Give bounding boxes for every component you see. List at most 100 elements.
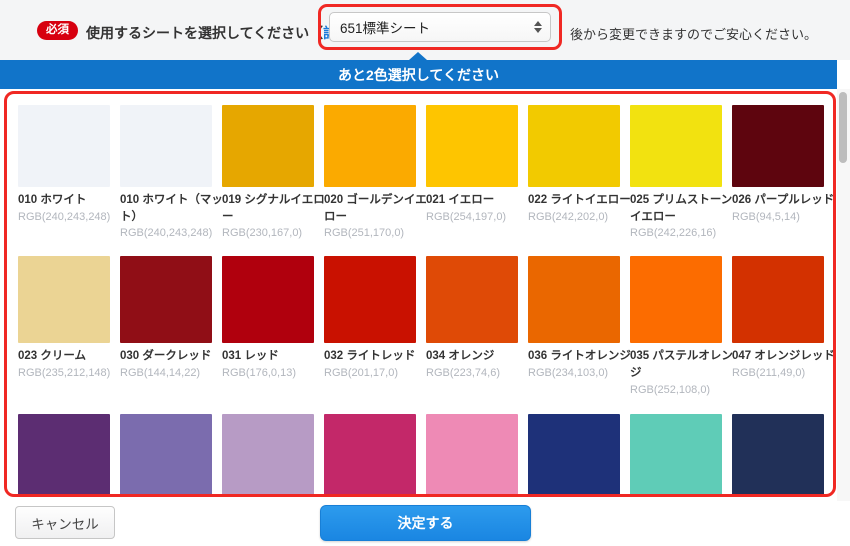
color-rgb-value: RGB(211,49,0)	[732, 367, 824, 379]
color-rgb-value: RGB(176,0,13)	[222, 367, 314, 379]
color-swatch-cell[interactable]	[732, 414, 824, 497]
color-rgb-value: RGB(240,243,248)	[120, 227, 212, 239]
color-swatch-cell[interactable]: 019 シグナルイエローRGB(230,167,0)	[222, 105, 314, 239]
color-name: 047 オレンジレッド	[732, 348, 836, 365]
palette-row: 023 クリームRGB(235,212,148)030 ダークレッドRGB(14…	[18, 256, 833, 395]
color-swatch-cell[interactable]: 023 クリームRGB(235,212,148)	[18, 256, 110, 395]
color-swatch[interactable]	[630, 256, 722, 343]
color-swatch-cell[interactable]: 010 ホワイトRGB(240,243,248)	[18, 105, 110, 239]
color-swatch-cell[interactable]	[324, 414, 416, 497]
color-rgb-value: RGB(223,74,6)	[426, 367, 518, 379]
color-name: 030 ダークレッド	[120, 348, 224, 365]
color-swatch-cell[interactable]	[18, 414, 110, 497]
color-swatch[interactable]	[222, 414, 314, 497]
color-swatch[interactable]	[120, 414, 212, 497]
color-swatch-cell[interactable]	[120, 414, 212, 497]
color-swatch[interactable]	[732, 414, 824, 497]
color-swatch[interactable]	[426, 414, 518, 497]
color-swatch[interactable]	[528, 256, 620, 343]
color-name: 032 ライトレッド	[324, 348, 428, 365]
color-swatch-cell[interactable]: 036 ライトオレンジRGB(234,103,0)	[528, 256, 620, 395]
color-swatch-cell[interactable]	[426, 414, 518, 497]
confirm-button[interactable]: 決定する	[320, 505, 531, 541]
color-name: 025 プリムストーンイエロー	[630, 192, 734, 225]
color-rgb-value: RGB(251,170,0)	[324, 227, 416, 239]
color-swatch[interactable]	[732, 256, 824, 343]
color-swatch-cell[interactable]: 020 ゴールデンイエローRGB(251,170,0)	[324, 105, 416, 239]
color-swatch-cell[interactable]: 026 パープルレッドRGB(94,5,14)	[732, 105, 824, 239]
color-name: 031 レッド	[222, 348, 326, 365]
color-rgb-value: RGB(252,108,0)	[630, 384, 722, 396]
color-swatch[interactable]	[222, 256, 314, 343]
color-swatch[interactable]	[324, 414, 416, 497]
sheet-type-select-value: 651標準シート	[340, 17, 430, 37]
color-rgb-value: RGB(235,212,148)	[18, 367, 110, 379]
color-swatch[interactable]	[222, 105, 314, 187]
color-swatch-cell[interactable]: 047 オレンジレッドRGB(211,49,0)	[732, 256, 824, 395]
color-name: 036 ライトオレンジ	[528, 348, 632, 365]
select-stepper-icon	[534, 21, 542, 33]
color-rgb-value: RGB(234,103,0)	[528, 367, 620, 379]
color-grid-panel: 010 ホワイトRGB(240,243,248)010 ホワイト（マット）RGB…	[4, 91, 836, 497]
palette-grid: 010 ホワイトRGB(240,243,248)010 ホワイト（マット）RGB…	[7, 105, 833, 497]
color-name: 026 パープルレッド	[732, 192, 836, 209]
color-name: 034 オレンジ	[426, 348, 530, 365]
selection-notice-text: あと2色選択してください	[338, 65, 499, 85]
color-swatch[interactable]	[426, 105, 518, 187]
color-rgb-value: RGB(94,5,14)	[732, 211, 824, 223]
scrollbar-track[interactable]	[837, 89, 850, 501]
color-name: 023 クリーム	[18, 348, 122, 365]
selection-notice-bar: あと2色選択してください	[0, 60, 837, 89]
cancel-button[interactable]: キャンセル	[15, 506, 115, 539]
required-badge: 必須	[37, 21, 78, 40]
color-swatch[interactable]	[120, 105, 212, 187]
palette-row	[18, 414, 833, 497]
color-select-dialog: 必須 使用するシートを選択してください（詳細） 651標準シート 後から変更でき…	[0, 0, 850, 546]
color-name: 020 ゴールデンイエロー	[324, 192, 428, 225]
notice-pointer-arrow	[409, 52, 427, 60]
sheet-type-select[interactable]: 651標準シート	[329, 12, 551, 42]
color-swatch[interactable]	[324, 105, 416, 187]
color-name: 035 パステルオレンジ	[630, 348, 734, 381]
color-swatch-cell[interactable]: 035 パステルオレンジRGB(252,108,0)	[630, 256, 722, 395]
palette-row: 010 ホワイトRGB(240,243,248)010 ホワイト（マット）RGB…	[18, 105, 833, 239]
color-rgb-value: RGB(240,243,248)	[18, 211, 110, 223]
color-swatch[interactable]	[18, 105, 110, 187]
color-name: 021 イエロー	[426, 192, 530, 209]
reassurance-text: 後から変更できますのでご安心ください。	[570, 24, 817, 43]
color-swatch[interactable]	[528, 105, 620, 187]
color-swatch[interactable]	[426, 256, 518, 343]
color-name: 010 ホワイト（マット）	[120, 192, 224, 225]
color-swatch-cell[interactable]: 032 ライトレッドRGB(201,17,0)	[324, 256, 416, 395]
color-swatch-cell[interactable]: 034 オレンジRGB(223,74,6)	[426, 256, 518, 395]
color-swatch-cell[interactable]: 025 プリムストーンイエローRGB(242,226,16)	[630, 105, 722, 239]
color-name: 010 ホワイト	[18, 192, 122, 209]
color-swatch[interactable]	[630, 414, 722, 497]
color-swatch[interactable]	[18, 414, 110, 497]
color-rgb-value: RGB(201,17,0)	[324, 367, 416, 379]
sheet-select-highlight-box: 651標準シート	[318, 4, 562, 50]
color-rgb-value: RGB(254,197,0)	[426, 211, 518, 223]
color-swatch[interactable]	[732, 105, 824, 187]
color-rgb-value: RGB(230,167,0)	[222, 227, 314, 239]
color-swatch[interactable]	[630, 105, 722, 187]
color-swatch-cell[interactable]	[528, 414, 620, 497]
color-rgb-value: RGB(242,226,16)	[630, 227, 722, 239]
color-rgb-value: RGB(144,14,22)	[120, 367, 212, 379]
color-swatch-cell[interactable]: 010 ホワイト（マット）RGB(240,243,248)	[120, 105, 212, 239]
scrollbar-thumb[interactable]	[839, 92, 847, 163]
color-swatch[interactable]	[324, 256, 416, 343]
color-swatch[interactable]	[528, 414, 620, 497]
color-swatch[interactable]	[18, 256, 110, 343]
title-text: 使用するシートを選択してください	[86, 25, 309, 41]
color-rgb-value: RGB(242,202,0)	[528, 211, 620, 223]
color-swatch-cell[interactable]: 030 ダークレッドRGB(144,14,22)	[120, 256, 212, 395]
color-swatch-cell[interactable]	[222, 414, 314, 497]
color-name: 022 ライトイエロー	[528, 192, 632, 209]
color-swatch-cell[interactable]: 021 イエローRGB(254,197,0)	[426, 105, 518, 239]
color-swatch-cell[interactable]: 022 ライトイエローRGB(242,202,0)	[528, 105, 620, 239]
color-swatch-cell[interactable]	[630, 414, 722, 497]
sheet-select-header: 必須 使用するシートを選択してください（詳細） 651標準シート 後から変更でき…	[0, 0, 850, 60]
color-swatch[interactable]	[120, 256, 212, 343]
color-swatch-cell[interactable]: 031 レッドRGB(176,0,13)	[222, 256, 314, 395]
